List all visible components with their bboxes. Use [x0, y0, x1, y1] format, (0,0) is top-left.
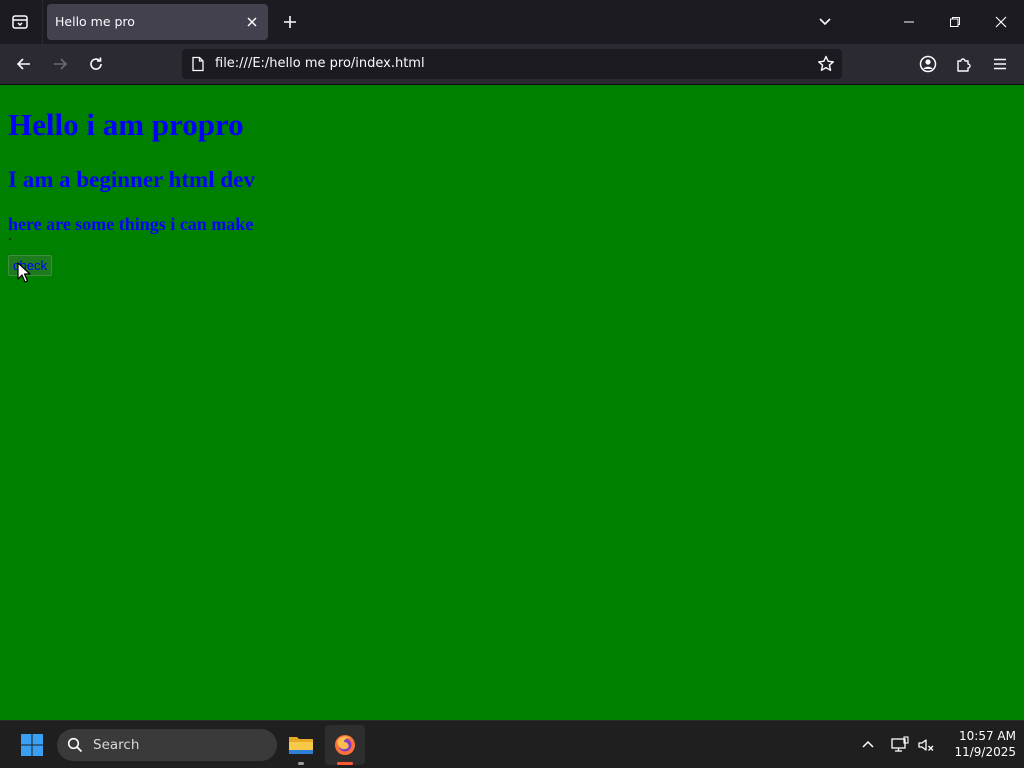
windows-logo-icon: [21, 734, 43, 756]
app-running-indicator: [298, 762, 304, 765]
address-bar[interactable]: file:///E:/hello me pro/index.html: [182, 49, 842, 79]
page-heading-2: I am a beginner html dev: [8, 167, 255, 192]
page-heading-3: here are some things i can make: [8, 214, 254, 234]
chevron-up-icon[interactable]: [858, 735, 878, 755]
reload-button[interactable]: [80, 48, 112, 80]
volume-muted-icon[interactable]: [916, 735, 936, 755]
tab-list-button[interactable]: [4, 6, 36, 38]
taskbar-file-explorer[interactable]: [281, 725, 321, 765]
taskbar-firefox[interactable]: [325, 725, 365, 765]
restore-icon: [950, 17, 960, 27]
page-heading-1: Hello i am propro: [8, 107, 244, 142]
folder-icon: [289, 737, 313, 754]
extensions-button[interactable]: [948, 48, 980, 80]
minimize-icon: [904, 21, 914, 23]
arrow-right-icon: [54, 58, 68, 70]
arrow-left-icon: [16, 58, 30, 70]
taskbar: Search 10:57 AM 11/9/2025: [0, 720, 1024, 768]
close-icon: [995, 16, 1007, 28]
app-menu-button[interactable]: [984, 48, 1016, 80]
tab-list-icon: [12, 15, 28, 29]
firefox-icon: [335, 735, 355, 755]
tab-close-button[interactable]: [242, 12, 262, 32]
window-close-button[interactable]: [978, 0, 1024, 44]
account-icon: [919, 55, 937, 73]
taskbar-search-box[interactable]: Search: [57, 729, 277, 761]
tab-strip: Hello me pro: [0, 0, 1024, 44]
search-placeholder: Search: [93, 737, 140, 753]
mouse-cursor-icon: [17, 262, 31, 283]
stray-dot: [9, 238, 11, 240]
file-icon[interactable]: [190, 56, 206, 72]
clock-time: 10:57 AM: [959, 729, 1016, 743]
list-all-tabs-button[interactable]: [810, 8, 840, 36]
tab-title: Hello me pro: [55, 14, 135, 29]
web-page: Hello i am propro I am a beginner html d…: [0, 85, 1024, 720]
app-active-indicator: [337, 762, 353, 765]
account-button[interactable]: [912, 48, 944, 80]
network-icon[interactable]: [890, 735, 910, 755]
tab-active[interactable]: Hello me pro: [47, 4, 268, 40]
puzzle-icon: [957, 58, 971, 72]
chevron-down-icon: [819, 18, 831, 26]
reload-icon: [90, 57, 102, 70]
close-icon: [247, 17, 257, 27]
window-minimize-button[interactable]: [886, 0, 932, 44]
back-button[interactable]: [8, 48, 40, 80]
clock-date: 11/9/2025: [954, 745, 1016, 759]
system-clock[interactable]: 10:57 AM 11/9/2025: [940, 728, 1016, 760]
search-icon: [67, 737, 83, 753]
new-tab-button[interactable]: [276, 8, 304, 36]
forward-button[interactable]: [44, 48, 76, 80]
start-button[interactable]: [12, 725, 52, 765]
url-text[interactable]: file:///E:/hello me pro/index.html: [215, 56, 425, 71]
navigation-toolbar: file:///E:/hello me pro/index.html: [0, 44, 1024, 84]
star-icon[interactable]: [816, 54, 836, 74]
hamburger-menu-icon: [994, 58, 1006, 70]
screen: Hello me pro file:///E:/hello me pro/ind…: [0, 0, 1024, 768]
tab-separator: [42, 0, 43, 44]
plus-icon: [284, 16, 296, 28]
window-restore-button[interactable]: [932, 0, 978, 44]
